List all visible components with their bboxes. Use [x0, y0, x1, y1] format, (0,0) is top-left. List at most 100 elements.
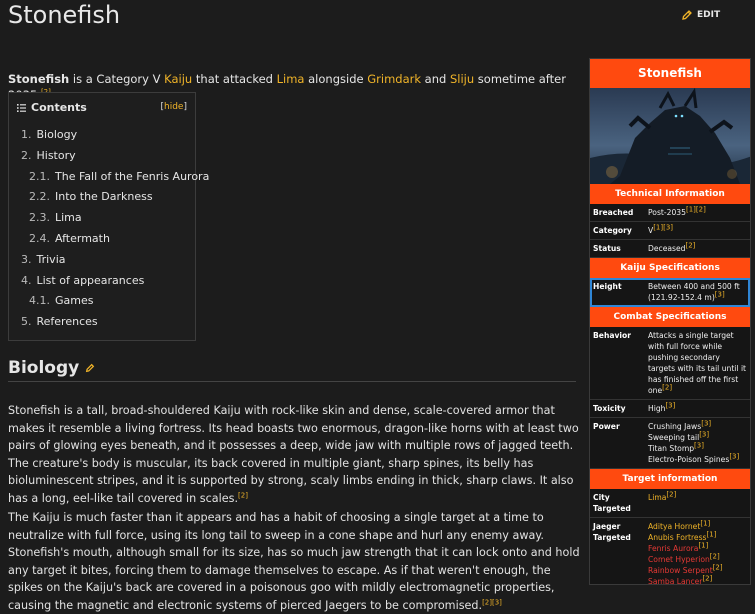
power-list: Crushing Jaws[3] Sweeping tail[3] Titan St… [648, 419, 748, 465]
row-value: Lima[2] [648, 490, 748, 514]
ref-link[interactable]: [1][3] [653, 223, 673, 231]
page-title: Stonefish [8, 1, 121, 29]
ref-link[interactable]: [3] [729, 452, 739, 460]
row-label: Category [593, 226, 632, 235]
link-lima[interactable]: Lima [648, 493, 666, 502]
edit-label: EDIT [697, 10, 721, 20]
infobox-row-toxicity: Toxicity High[3] [590, 400, 750, 418]
toc-item-number: 2.1. [29, 169, 50, 183]
section-heading-biology: Biology [8, 358, 576, 382]
toc-item[interactable]: 2.4. Aftermath [9, 229, 195, 250]
infobox-section-kaiju-specs: Kaiju Specifications [590, 258, 750, 278]
toc-item[interactable]: 5. References [9, 312, 195, 333]
toc-item-number: 3. [21, 252, 32, 266]
toc-item-number: 5. [21, 315, 32, 329]
ref-link[interactable]: [1] [707, 530, 717, 538]
jaeger-link[interactable]: Samba Lancer [648, 577, 702, 584]
ref-link[interactable]: [3] [701, 419, 711, 427]
ref-link[interactable]: [3] [694, 441, 704, 449]
infobox-row-jaeger-targeted: Jaeger Targeted Aditya Hornet[1] Anubis F… [590, 518, 750, 584]
toc-item-number: 2. [21, 148, 32, 162]
power-item: Crushing Jaws[3] [648, 419, 748, 432]
ref-link[interactable]: [2] [710, 552, 720, 560]
toc-item[interactable]: 3. Trivia [9, 250, 195, 271]
ref-link[interactable]: [2] [685, 241, 695, 249]
toc-item-label[interactable]: Lima [55, 211, 82, 224]
power-name: Sweeping tail [648, 433, 700, 442]
toc-item[interactable]: 1. Biology [9, 125, 195, 146]
toc-hide-toggle[interactable]: [hide] [161, 102, 188, 112]
ref-link[interactable]: [1] [700, 519, 710, 527]
ref-link[interactable]: [1][2] [686, 205, 706, 213]
infobox-section-combat-specs: Combat Specifications [590, 307, 750, 327]
toc-item[interactable]: 2.2. Into the Darkness [9, 187, 195, 208]
ref-link[interactable]: [3] [715, 290, 725, 298]
toc-item-label[interactable]: Games [55, 294, 93, 307]
toc-item-number: 2.4. [29, 231, 50, 245]
ref-link[interactable]: [2] [713, 563, 723, 571]
toc-item-label[interactable]: References [37, 315, 98, 328]
kaiju-image[interactable] [590, 88, 750, 184]
row-value: Between 400 and 500 ft (121.92-152.4 m)[… [648, 281, 748, 303]
toc-item-label[interactable]: Biology [37, 128, 78, 141]
link-grimdark[interactable]: Grimdark [367, 72, 421, 86]
jaeger-link[interactable]: Comet Hyperion [648, 555, 710, 564]
ref-link[interactable]: [2][3] [482, 598, 502, 606]
toxicity-value: High [648, 404, 666, 413]
toc-item-number: 4.1. [29, 294, 50, 308]
row-label: Jaeger Targeted [593, 522, 631, 542]
toc-item[interactable]: 4. List of appearances [9, 271, 195, 292]
jaeger-link[interactable]: Fenris Aurora [648, 544, 698, 553]
ref-link[interactable]: [2] [702, 574, 712, 582]
toc-item[interactable]: 4.1. Games [9, 291, 195, 312]
intro-subject: Stonefish [8, 71, 70, 86]
intro-text: and [421, 71, 450, 86]
ref-link[interactable]: [3] [665, 401, 675, 409]
status-value: Deceased [648, 244, 686, 253]
intro-text: alongside [304, 71, 368, 86]
jaeger-list: Aditya Hornet[1] Anubis Fortress[1] Fenris… [648, 519, 748, 584]
toc-item-label[interactable]: Trivia [37, 253, 66, 266]
toc-item[interactable]: 2.1. The Fall of the Fenris Aurora [9, 167, 209, 188]
infobox-row-breached: Breached Post-2035[1][2] [590, 204, 750, 222]
row-value: Deceased[2] [648, 241, 748, 254]
toc-item[interactable]: 2.3. Lima [9, 208, 195, 229]
ref-link[interactable]: [2] [662, 383, 672, 391]
toc-item-label[interactable]: Into the Darkness [55, 190, 153, 203]
toc-list: 1. Biology 2. History 2.1. The Fall of the Fe… [9, 125, 209, 333]
toc-item-label[interactable]: History [37, 149, 76, 162]
infobox-row-height[interactable]: Height Between 400 and 500 ft (121.92-15… [590, 278, 750, 307]
toc-item-number: 2.3. [29, 211, 50, 225]
ref-link[interactable]: [2] [238, 491, 248, 499]
intro-text: that attacked [192, 71, 277, 86]
pencil-icon [682, 10, 692, 20]
row-value: Attacks a single target with full force … [648, 330, 748, 396]
row-value: V[1][3] [648, 223, 748, 236]
row-label: Status [593, 244, 621, 253]
toc-item-label[interactable]: List of appearances [37, 274, 145, 287]
power-name: Titan Stomp [648, 444, 695, 453]
toc-item[interactable]: 2. History [9, 146, 195, 167]
infobox-section-technical: Technical Information [590, 184, 750, 204]
jaeger-item: Samba Lancer[2] [648, 574, 748, 584]
ref-link[interactable]: [2] [666, 490, 676, 498]
link-sliju[interactable]: Sliju [450, 72, 474, 86]
jaeger-link[interactable]: Aditya Hornet [648, 522, 700, 531]
row-value: High[3] [648, 401, 748, 414]
toc-hide-link[interactable]: hide [164, 102, 183, 112]
edit-button[interactable]: EDIT [681, 9, 720, 21]
ref-link[interactable]: [1] [698, 541, 708, 549]
row-label: Toxicity [593, 404, 626, 413]
infobox-row-behavior: Behavior Attacks a single target with fu… [590, 327, 750, 400]
jaeger-item: Fenris Aurora[1] [648, 541, 748, 554]
toc-item-label[interactable]: Aftermath [55, 232, 110, 245]
biology-paragraph-1: Stonefish is a tall, broad-shouldered Ka… [8, 402, 580, 507]
toc-item-label[interactable]: The Fall of the Fenris Aurora [55, 170, 209, 183]
link-kaiju[interactable]: Kaiju [164, 72, 192, 86]
ref-link[interactable]: [3] [699, 430, 709, 438]
toc-item-number: 4. [21, 273, 32, 287]
height-value: Between 400 and 500 ft (121.92-152.4 m) [648, 282, 740, 302]
pencil-icon[interactable] [85, 363, 95, 373]
link-lima[interactable]: Lima [277, 72, 305, 86]
row-value: Post-2035[1][2] [648, 205, 748, 218]
